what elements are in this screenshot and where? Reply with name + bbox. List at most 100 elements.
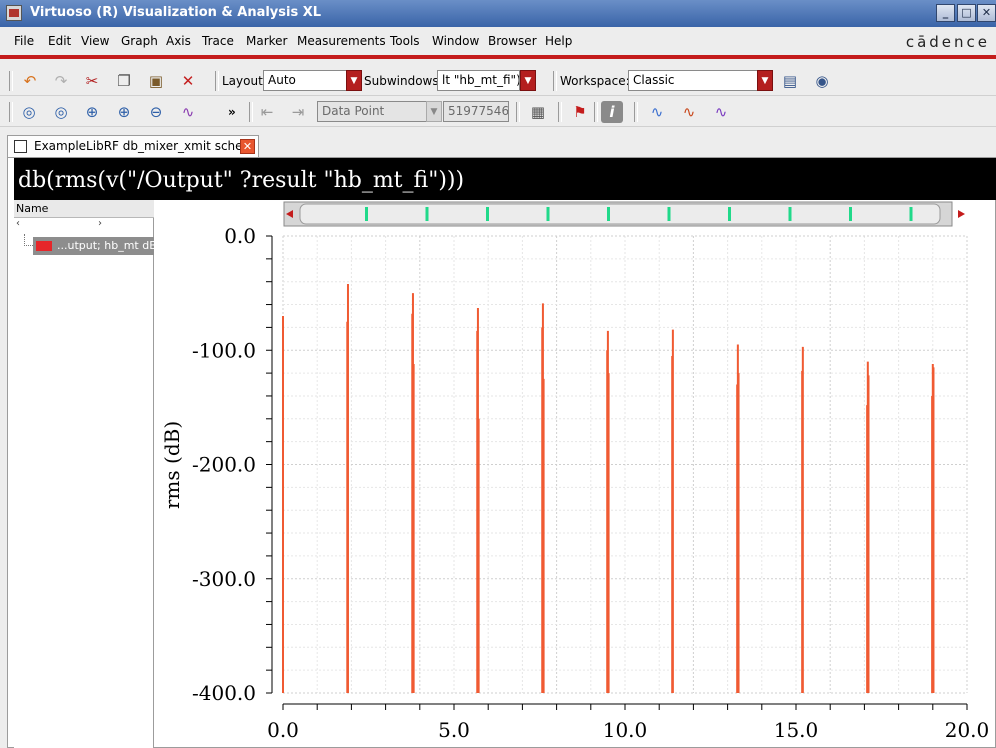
toolbar-grip[interactable] — [594, 102, 598, 122]
menu-help[interactable]: Help — [545, 34, 572, 48]
menu-marker[interactable]: Marker — [246, 34, 287, 48]
redo-icon[interactable]: ↷ — [50, 70, 72, 92]
menu-view[interactable]: View — [81, 34, 109, 48]
calculator-icon[interactable]: ▦ — [527, 101, 549, 123]
toolbar-grip[interactable] — [516, 102, 520, 122]
layout-select[interactable]: Auto — [263, 70, 347, 91]
marker-flag-icon[interactable]: ⚑ — [569, 101, 591, 123]
spectrum-chart[interactable]: 0.0 -100.0 -200.0 -300.0 -400.0 0.0 5.0 10.0 15.… — [154, 200, 996, 748]
toolbar-grip[interactable] — [215, 71, 219, 91]
more-tools-icon[interactable]: » — [228, 105, 236, 119]
trace-split-icon[interactable]: ∿ — [710, 101, 732, 123]
toolbar-grip[interactable] — [9, 102, 13, 122]
toolbar-grip[interactable] — [9, 71, 13, 91]
marker-tick — [667, 207, 671, 221]
menu-browser[interactable]: Browser — [488, 34, 537, 48]
toolbar-grip[interactable] — [558, 102, 562, 122]
marker-mode-select[interactable]: Data Point — [317, 101, 427, 122]
marker-tick — [788, 207, 792, 221]
tab-schematic-graph[interactable]: ExampleLibRF db_mixer_xmit sche... ✕ — [7, 135, 259, 157]
y-axis-label: rms (dB) — [160, 421, 184, 509]
accent-divider — [0, 55, 996, 59]
virtuoso-window: Virtuoso (R) Visualization & Analysis XL… — [0, 0, 996, 748]
y-tick-label: 0.0 — [224, 224, 256, 248]
previous-marker-icon[interactable]: ⇤ — [256, 101, 278, 123]
menu-file[interactable]: File — [14, 34, 34, 48]
tree-connector — [24, 234, 33, 246]
x-tick-label: 10.0 — [603, 718, 648, 742]
close-tab-icon[interactable]: ✕ — [240, 139, 255, 154]
y-tick-label: -200.0 — [192, 453, 256, 477]
y-tick-label: -300.0 — [192, 567, 256, 591]
zoom-trace-icon[interactable]: ∿ — [177, 101, 199, 123]
menu-bar: File Edit View Graph Axis Trace Marker M… — [0, 27, 996, 55]
load-workspace-icon[interactable]: ◉ — [811, 70, 833, 92]
menu-edit[interactable]: Edit — [48, 34, 71, 48]
marker-value-field[interactable]: 519775467 — [443, 101, 509, 122]
zoom-out-icon[interactable]: ⊖ — [145, 101, 167, 123]
workspace-select[interactable]: Classic — [628, 70, 758, 91]
menu-graph[interactable]: Graph — [121, 34, 158, 48]
subwindows-label: Subwindows: — [364, 74, 443, 88]
delete-icon[interactable]: ✕ — [177, 70, 199, 92]
title-bar: Virtuoso (R) Visualization & Analysis XL… — [0, 0, 996, 27]
cadence-logo: cādence — [905, 33, 990, 51]
x-tick-label: 0.0 — [267, 718, 299, 742]
view-toolbar: ◎ ◎ ⊕ ⊕ ⊖ ∿ » ⇤ ⇥ Data Point ▼ 519775467… — [0, 97, 996, 127]
layout-dropdown-icon[interactable]: ▼ — [346, 70, 362, 91]
undo-icon[interactable]: ↶ — [19, 70, 41, 92]
marker-tick — [849, 207, 852, 221]
name-column-header[interactable]: Name — [14, 200, 154, 218]
toolbar-grip[interactable] — [553, 71, 557, 91]
scroll-left-icon[interactable]: ‹ — [16, 218, 20, 229]
close-button[interactable]: ✕ — [977, 4, 996, 22]
next-marker-icon[interactable]: ⇥ — [287, 101, 309, 123]
toolbar-grip[interactable] — [634, 102, 638, 122]
y-tick-label: -100.0 — [192, 338, 256, 362]
menu-axis[interactable]: Axis — [166, 34, 191, 48]
fit-icon[interactable]: ◎ — [18, 101, 40, 123]
marker-tick — [607, 207, 610, 221]
toolbar-grip[interactable] — [249, 102, 253, 122]
minimize-button[interactable]: _ — [936, 4, 955, 22]
x-tick-label: 15.0 — [774, 718, 819, 742]
workspace-dropdown-icon[interactable]: ▼ — [757, 70, 773, 91]
x-tick-label: 20.0 — [945, 718, 990, 742]
marker-tick — [425, 207, 429, 221]
menu-measurements[interactable]: Measurements — [297, 34, 386, 48]
scroll-right-icon[interactable]: › — [98, 218, 102, 229]
zoom-icon[interactable]: ⊕ — [81, 101, 103, 123]
save-workspace-icon[interactable]: ▤ — [779, 70, 801, 92]
expression-title: db(rms(v("/Output" ?result "hb_mt_fi"))) — [14, 158, 996, 200]
copy-icon[interactable]: ❐ — [113, 70, 135, 92]
pan-icon[interactable]: ◎ — [50, 101, 72, 123]
subwindows-dropdown-icon[interactable]: ▼ — [520, 70, 536, 91]
scroll-right-arrow — [958, 210, 965, 218]
graph-area[interactable]: 0.0 -100.0 -200.0 -300.0 -400.0 0.0 5.0 10.0 15.… — [154, 200, 996, 748]
app-icon — [6, 5, 22, 21]
subwindows-select[interactable]: lt "hb_mt_fi"))) — [437, 70, 520, 91]
window-title: Virtuoso (R) Visualization & Analysis XL — [30, 5, 322, 20]
tab-label: ExampleLibRF db_mixer_xmit sche... — [34, 139, 254, 153]
trace-style-icon[interactable]: ∿ — [646, 101, 668, 123]
trace-color-icon[interactable]: ∿ — [678, 101, 700, 123]
marker-tick — [486, 207, 489, 221]
layout-label: Layout: — [222, 74, 267, 88]
trace-list-item[interactable]: ...utput; hb_mt dB — [33, 237, 157, 255]
menu-trace[interactable]: Trace — [202, 34, 234, 48]
trace-panel: Name ‹ › ...utput; hb_mt dB — [14, 200, 157, 748]
zoom-in-icon[interactable]: ⊕ — [113, 101, 135, 123]
menu-tools[interactable]: Tools — [390, 34, 420, 48]
panel-scroll[interactable]: ‹ › — [14, 218, 154, 232]
cut-icon[interactable]: ✂ — [81, 70, 103, 92]
marker-tick — [728, 207, 731, 221]
trace-color-swatch — [36, 241, 52, 251]
paste-icon[interactable]: ▣ — [145, 70, 167, 92]
menu-window[interactable]: Window — [432, 34, 479, 48]
info-icon[interactable]: i — [601, 101, 623, 123]
marker-mode-dropdown-icon[interactable]: ▼ — [426, 101, 442, 122]
marker-tick — [546, 207, 550, 221]
marker-tick — [909, 207, 913, 221]
marker-tick — [365, 207, 368, 221]
maximize-button[interactable]: □ — [957, 4, 976, 22]
